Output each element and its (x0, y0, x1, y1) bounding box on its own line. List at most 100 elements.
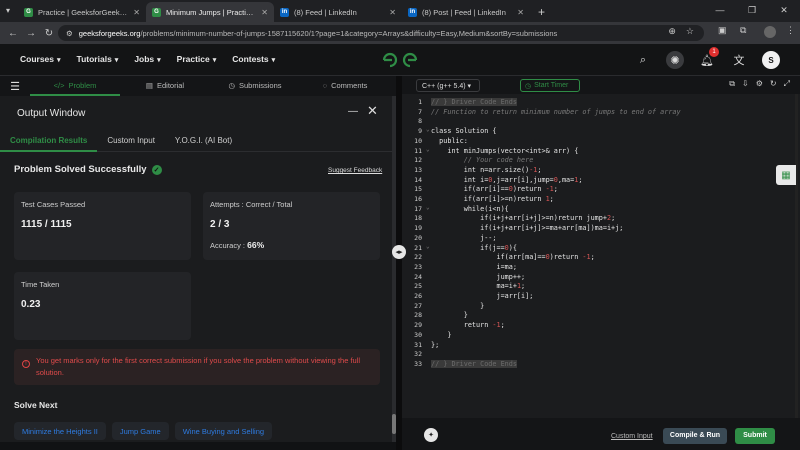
theme-toggle-icon[interactable]: ✺ (666, 51, 684, 69)
code-line[interactable]: // Your code here (431, 156, 534, 164)
language-select[interactable]: C++ (g++ 5.4) ▾ (416, 79, 480, 92)
code-line[interactable]: if(i+j+arr[i+j]>=n)return jump+2; (431, 214, 615, 222)
url-input[interactable]: ⚙ geeksforgeeks.org/problems/minimum-num… (58, 25, 704, 41)
code-line[interactable]: if(arr[ma]==0)return -1; (431, 253, 594, 261)
nav-tutorials[interactable]: Tutorials ▾ (77, 54, 119, 64)
code-editor[interactable]: 1 7 8 9 ⌄ 10 11 ⌄ 12 13 14 15 16 17 ⌄ 18 19 20 21 ⌄ 22 23 24 25… (402, 94, 800, 418)
tab-submissions[interactable]: ◷ Submissions (210, 76, 300, 96)
editor-scrollbar[interactable] (795, 94, 798, 418)
code-line[interactable]: int minJumps(vector<int>& arr) { (431, 147, 578, 155)
close-window-icon[interactable]: ✕ (768, 0, 800, 22)
close-icon[interactable]: ✕ (389, 8, 396, 17)
code-line[interactable]: if(arr[i]>=n)return 1; (431, 195, 554, 203)
fold-chevron-icon[interactable]: ⌄ (426, 146, 430, 153)
site-info-icon[interactable]: ⚙ (66, 29, 73, 38)
bell-icon[interactable]: 🔔︎ 1 (698, 47, 719, 69)
solve-next-item[interactable]: Jump Game (111, 422, 169, 440)
code-line[interactable]: i=ma; (431, 263, 516, 271)
code-line[interactable]: int i=0,j=arr[i],jump=0,ma=1; (431, 176, 583, 184)
chat-icon[interactable]: ▦ (776, 165, 796, 185)
avatar[interactable]: S (762, 51, 780, 69)
chevron-down-icon: ▾ (114, 57, 119, 64)
settings-icon[interactable]: ⚙ (756, 79, 763, 89)
fullscreen-icon[interactable]: ⤢ (784, 79, 790, 89)
reset-icon[interactable]: ↻ (770, 79, 777, 89)
fold-chevron-icon[interactable]: ⌄ (426, 243, 430, 250)
code-line[interactable]: jump++; (431, 273, 525, 281)
new-tab-button[interactable]: + (530, 5, 553, 22)
copy-icon[interactable]: ⧉ (729, 79, 735, 89)
nav-practice[interactable]: Practice ▾ (177, 54, 217, 64)
start-timer-button[interactable]: ◷ Start Timer (520, 79, 580, 92)
download-icon[interactable]: ⇩ (742, 79, 749, 89)
tab-comments[interactable]: ◌ Comments (300, 76, 390, 96)
tab-editorial[interactable]: ▤ Editorial (120, 76, 210, 96)
fold-chevron-icon[interactable]: ⌄ (426, 126, 430, 133)
code-line[interactable]: // } Driver Code Ends (431, 98, 517, 106)
code-line[interactable]: }; (431, 341, 439, 349)
close-icon[interactable]: ✕ (261, 8, 268, 17)
suggest-feedback-link[interactable]: Suggest Feedback (328, 167, 382, 174)
code-icon: </> (53, 81, 65, 90)
tab-problem[interactable]: </> Problem (30, 76, 120, 96)
minimize-window-icon[interactable]: — (704, 0, 736, 22)
close-icon[interactable]: ✕ (367, 103, 378, 119)
menu-icon[interactable]: ☰ (0, 80, 30, 93)
browser-tab-minimum-jumps[interactable]: G Minimum Jumps | Practice | Gee ✕ (146, 2, 274, 22)
browser-tab-linkedin-feed[interactable]: in (8) Feed | LinkedIn ✕ (274, 2, 402, 22)
restore-window-icon[interactable]: ❐ (736, 0, 768, 22)
browser-menu-icon[interactable]: ⋮ (786, 25, 795, 36)
zoom-icon[interactable]: ⊕ (668, 26, 676, 37)
fold-chevron-icon[interactable]: ⌄ (426, 204, 430, 211)
code-line[interactable]: } (431, 331, 451, 339)
nav-courses[interactable]: Courses ▾ (20, 54, 61, 64)
reload-icon[interactable]: ↻ (40, 28, 58, 39)
translate-icon[interactable]: 文 (730, 51, 748, 69)
editor-toolbar: C++ (g++ 5.4) ▾ ◷ Start Timer ⧉ ⇩ ⚙ ↻ ⤢ (402, 76, 800, 94)
nav-jobs[interactable]: Jobs ▾ (134, 54, 160, 64)
code-line[interactable]: while(i<n){ (431, 205, 509, 213)
solve-next-item[interactable]: Wine Buying and Selling (174, 422, 273, 440)
code-line[interactable]: // Function to return minimum number of … (431, 108, 681, 116)
code-line[interactable]: } (431, 311, 468, 319)
compile-run-button[interactable]: Compile & Run (663, 428, 727, 444)
forward-icon[interactable]: → (22, 28, 40, 39)
profile-avatar[interactable] (764, 26, 776, 38)
custom-input-link[interactable]: Custom Input (611, 433, 653, 440)
code-line[interactable]: return -1; (431, 321, 505, 329)
status-message: Problem Solved Successfully ✓ (14, 164, 162, 175)
resize-handle-icon[interactable]: ◂▸ (392, 245, 406, 259)
bookmark-star-icon[interactable]: ☆ (686, 26, 694, 37)
gfg-logo[interactable] (381, 51, 419, 69)
solve-next-item[interactable]: Minimize the Heights II (14, 422, 106, 440)
nav-contests[interactable]: Contests ▾ (232, 54, 275, 64)
extensions-icon[interactable]: ⧉ (740, 25, 746, 36)
code-line[interactable]: j=arr[i]; (431, 292, 533, 300)
lightbulb-icon[interactable]: ✦ (424, 428, 438, 442)
code-line[interactable]: // } Driver Code Ends (431, 359, 517, 368)
submit-button[interactable]: Submit (735, 428, 775, 444)
line-number-gutter: 1 7 8 9 ⌄ 10 11 ⌄ 12 13 14 15 16 17 ⌄ 18 19 20 21 ⌄ 22 23 24 25… (402, 94, 430, 418)
search-icon[interactable]: ⌕ (634, 51, 652, 69)
tab-yogi-bot[interactable]: Y.O.G.I. (AI Bot) (165, 130, 242, 152)
browser-tab-practice[interactable]: G Practice | GeeksforGeeks | A co ✕ (18, 2, 146, 22)
tab-search-icon[interactable]: ▾ (6, 6, 10, 15)
code-line[interactable]: if(arr[i]==0)return -1; (431, 185, 558, 193)
code-line[interactable]: } (431, 302, 484, 310)
minimize-icon[interactable]: — (348, 106, 358, 117)
close-icon[interactable]: ✕ (517, 8, 524, 17)
code-line[interactable]: if(j==0){ (431, 244, 517, 252)
tab-compilation-results[interactable]: Compilation Results (0, 130, 98, 152)
code-line[interactable]: int n=arr.size()-1; (431, 166, 542, 174)
tab-custom-input[interactable]: Custom Input (97, 130, 165, 152)
code-line[interactable]: ma=i+1; (431, 282, 525, 290)
extension-icon[interactable]: ▣ (718, 25, 727, 36)
back-icon[interactable]: ← (4, 28, 22, 39)
close-icon[interactable]: ✕ (133, 8, 140, 17)
code-line[interactable]: if(i+j+arr[i+j]>=ma+arr[ma])ma=i+j; (431, 224, 623, 232)
browser-tab-linkedin-post[interactable]: in (8) Post | Feed | LinkedIn ✕ (402, 2, 530, 22)
linkedin-icon: in (408, 7, 417, 17)
code-line[interactable]: class Solution { (431, 127, 496, 135)
code-line[interactable]: public: (431, 137, 468, 145)
code-line[interactable]: j--; (431, 234, 496, 242)
